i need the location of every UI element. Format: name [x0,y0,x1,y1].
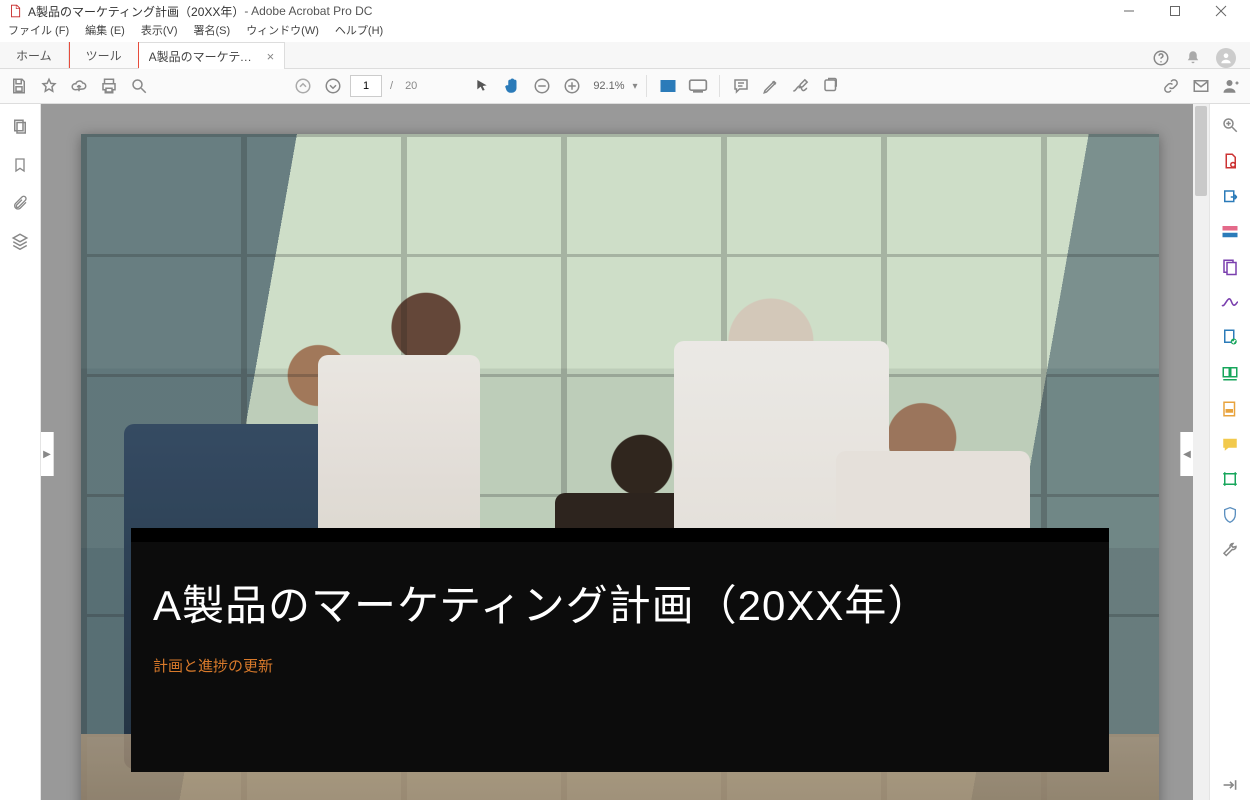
help-icon[interactable] [1152,49,1170,67]
vertical-scrollbar[interactable] [1193,104,1209,800]
tab-document-label: A製品のマーケティング... [149,48,259,65]
right-tools-panel [1209,104,1250,800]
menu-window[interactable]: ウィンドウ(W) [240,22,325,40]
expand-left-panel-icon[interactable]: ▶ [41,432,54,476]
tool-protect-shield-icon[interactable] [1222,506,1238,524]
tool-sticky-note-icon[interactable] [1221,436,1239,452]
tab-bar: ホーム ツール A製品のマーケティング... × [0,42,1250,69]
main-toolbar: / 20 92.1% ▾ [0,69,1250,104]
print-icon[interactable] [96,73,122,99]
read-mode-icon[interactable] [685,73,711,99]
page-number-input[interactable] [350,75,382,97]
document-viewer[interactable]: ▶ ◀ A製品のマーケティング計画（20XX年） 計画と進捗の更新 [41,104,1209,800]
cloud-share-icon[interactable] [66,73,92,99]
bookmark-ribbon-icon[interactable] [12,156,28,174]
selection-arrow-icon[interactable] [469,73,495,99]
signature-pen-icon[interactable] [788,73,814,99]
menu-file[interactable]: ファイル (F) [2,22,75,40]
collapse-right-panel-icon[interactable] [1222,778,1238,792]
stamp-icon[interactable] [818,73,844,99]
tool-compare-files-icon[interactable] [1221,364,1239,382]
account-avatar-icon[interactable] [1216,48,1236,68]
link-share-icon[interactable] [1158,73,1184,99]
tool-fill-sign-icon[interactable] [1220,294,1240,310]
expand-right-panel-icon[interactable]: ◀ [1180,432,1193,476]
menu-view[interactable]: 表示(V) [135,22,184,40]
tool-print-production-icon[interactable] [1221,470,1239,488]
tool-edit-pdf-icon[interactable] [1221,224,1239,240]
tool-request-signatures-icon[interactable] [1221,328,1239,346]
pdf-page: A製品のマーケティング計画（20XX年） 計画と進捗の更新 [81,134,1159,800]
zoom-dropdown-icon[interactable]: ▾ [633,81,638,92]
zoom-value-label: 92.1% [593,80,624,92]
page-total-label: 20 [405,80,417,92]
find-search-icon[interactable] [126,73,152,99]
slide-title: A製品のマーケティング計画（20XX年） [153,572,1087,633]
tab-home[interactable]: ホーム [0,42,69,68]
window-maximize-button[interactable] [1152,0,1198,22]
tool-search-icon[interactable] [1221,116,1239,134]
zoom-out-icon[interactable] [529,73,555,99]
menu-edit[interactable]: 編集 (E) [79,22,131,40]
email-icon[interactable] [1188,73,1214,99]
thumbnails-icon[interactable] [11,118,29,136]
notifications-bell-icon[interactable] [1184,49,1202,67]
scrollbar-thumb[interactable] [1195,106,1207,196]
pdf-file-icon [8,4,22,18]
page-down-icon[interactable] [320,73,346,99]
tool-export-pdf-icon[interactable] [1221,188,1239,206]
title-bar: A製品のマーケティング計画（20XX年） - Adobe Acrobat Pro… [0,0,1250,22]
zoom-in-icon[interactable] [559,73,585,99]
workspace: ▶ ◀ A製品のマーケティング計画（20XX年） 計画と進捗の更新 [0,104,1250,800]
comment-icon[interactable] [728,73,754,99]
star-favorite-icon[interactable] [36,73,62,99]
tab-tools[interactable]: ツール [69,42,139,68]
tool-redact-icon[interactable] [1221,400,1239,418]
fit-width-icon[interactable] [655,73,681,99]
window-title-doc: A製品のマーケティング計画（20XX年） [28,3,244,20]
attachments-clip-icon[interactable] [12,194,28,212]
left-nav-panel [0,104,41,800]
layers-icon[interactable] [11,232,29,250]
slide-subtitle: 計画と進捗の更新 [153,655,1087,676]
hand-pan-icon[interactable] [499,73,525,99]
menu-sign[interactable]: 署名(S) [188,22,237,40]
window-title-app: - Adobe Acrobat Pro DC [244,4,372,18]
menu-bar: ファイル (F) 編集 (E) 表示(V) 署名(S) ウィンドウ(W) ヘルプ… [0,22,1250,42]
menu-help[interactable]: ヘルプ(H) [329,22,389,40]
tool-more-tools-icon[interactable] [1221,542,1239,560]
tool-organize-pages-icon[interactable] [1221,258,1239,276]
save-icon[interactable] [6,73,32,99]
window-close-button[interactable] [1198,0,1244,22]
highlight-pen-icon[interactable] [758,73,784,99]
tab-document-close-icon[interactable]: × [267,50,275,63]
tool-create-pdf-icon[interactable] [1221,152,1239,170]
page-sep-label: / [390,80,393,92]
add-reviewer-icon[interactable] [1218,73,1244,99]
page-up-icon[interactable] [290,73,316,99]
window-minimize-button[interactable] [1106,0,1152,22]
tab-document[interactable]: A製品のマーケティング... × [139,42,286,69]
slide-title-block: A製品のマーケティング計画（20XX年） 計画と進捗の更新 [131,534,1109,772]
